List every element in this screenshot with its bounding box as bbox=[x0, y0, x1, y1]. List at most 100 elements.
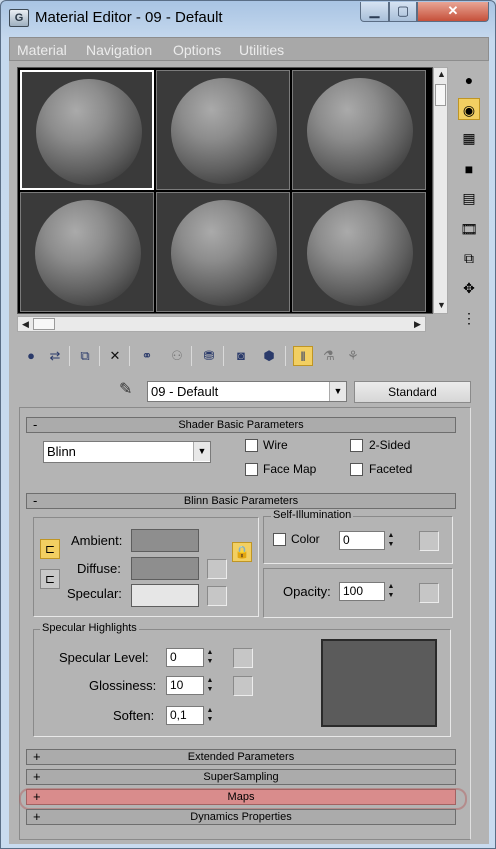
rollout-dynamics-properties[interactable]: + Dynamics Properties bbox=[26, 809, 456, 825]
highlight-curve-preview bbox=[321, 639, 437, 727]
rollout-blinn-basic[interactable]: - Blinn Basic Parameters bbox=[26, 493, 456, 509]
opacity-label: Opacity: bbox=[283, 584, 331, 599]
spinner-arrows-icon[interactable]: ▲ ▼ bbox=[205, 648, 215, 667]
rollout-maps[interactable]: + Maps bbox=[26, 789, 456, 805]
material-map-navigator-icon[interactable]: ⋮ bbox=[458, 307, 480, 329]
specular-level-map-button[interactable] bbox=[233, 648, 253, 668]
sample-sphere bbox=[171, 200, 277, 306]
show-end-result-icon-cube[interactable]: ⬢ bbox=[259, 346, 279, 366]
material-type-button[interactable]: Standard bbox=[354, 381, 471, 403]
show-map-in-viewport-icon[interactable]: ◙ bbox=[231, 346, 251, 366]
chevron-down-icon[interactable]: ▼ bbox=[193, 442, 210, 461]
specular-swatch[interactable] bbox=[131, 584, 199, 607]
sample-slot[interactable] bbox=[156, 192, 290, 312]
sample-slot[interactable] bbox=[292, 70, 426, 190]
spinner-arrows-icon[interactable]: ▲ ▼ bbox=[386, 531, 396, 550]
shader-type-select[interactable]: Blinn ▼ bbox=[43, 441, 211, 463]
put-to-scene-icon[interactable]: ⇄ bbox=[45, 346, 65, 366]
two-sided-checkbox[interactable] bbox=[350, 439, 363, 452]
rollout-title: Maps bbox=[227, 791, 255, 803]
material-name-combo[interactable]: 09 - Default ▼ bbox=[147, 381, 347, 402]
assign-to-selection-icon[interactable]: ⧉ bbox=[75, 346, 95, 366]
rollout-title: SuperSampling bbox=[203, 771, 279, 783]
face-map-checkbox[interactable] bbox=[245, 463, 258, 476]
scroll-down-icon[interactable]: ▼ bbox=[437, 300, 446, 310]
title-bar[interactable]: G Material Editor - 09 - Default ▁ ▢ ✕ bbox=[1, 1, 495, 35]
sample-sphere bbox=[171, 78, 277, 184]
menu-material[interactable]: Material bbox=[17, 42, 67, 58]
go-forward-to-sibling-icon[interactable]: ⚘ bbox=[343, 346, 363, 366]
rollout-toggle-icon: - bbox=[33, 417, 38, 432]
rollout-toggle-icon: + bbox=[33, 769, 41, 784]
self-illum-map-button[interactable] bbox=[419, 531, 439, 551]
show-end-result-icon[interactable]: ‖ bbox=[293, 346, 313, 366]
select-by-material-icon[interactable]: ✥ bbox=[458, 277, 480, 299]
material-id-icon[interactable]: ⛃ bbox=[199, 346, 219, 366]
sample-slot[interactable] bbox=[156, 70, 290, 190]
put-to-library-icon[interactable]: ⚇ bbox=[167, 346, 187, 366]
make-preview-icon[interactable]: 🎞 bbox=[458, 218, 480, 240]
close-button[interactable]: ✕ bbox=[417, 2, 489, 22]
minimize-button[interactable]: ▁ bbox=[360, 2, 389, 22]
menu-navigation[interactable]: Navigation bbox=[86, 42, 152, 58]
app-icon[interactable]: G bbox=[9, 9, 29, 27]
lock-icon[interactable]: 🔒 bbox=[232, 542, 252, 562]
rollout-supersampling[interactable]: + SuperSampling bbox=[26, 769, 456, 785]
rollout-shader-basic[interactable]: - Shader Basic Parameters bbox=[26, 417, 456, 433]
spinner-arrows-icon[interactable]: ▲ ▼ bbox=[386, 582, 396, 601]
opacity-input[interactable]: 100 bbox=[339, 582, 385, 601]
maximize-button[interactable]: ▢ bbox=[389, 2, 417, 22]
scroll-left-icon[interactable]: ◀ bbox=[22, 319, 29, 330]
sample-slot[interactable] bbox=[292, 192, 426, 312]
slots-horizontal-scrollbar[interactable]: ◀ ▶ bbox=[17, 316, 426, 332]
spinner-arrows-icon[interactable]: ▲ ▼ bbox=[205, 706, 215, 725]
self-illum-color-checkbox[interactable] bbox=[273, 533, 286, 546]
get-material-icon[interactable]: ● bbox=[21, 346, 41, 366]
soften-label: Soften: bbox=[113, 708, 155, 723]
sample-sphere bbox=[307, 200, 413, 306]
slots-vertical-scrollbar[interactable]: ▲ ▼ bbox=[433, 67, 448, 314]
lock-ambient-diffuse-icon[interactable]: ⊏ bbox=[40, 539, 60, 559]
scroll-up-icon[interactable]: ▲ bbox=[437, 69, 446, 79]
wire-checkbox[interactable] bbox=[245, 439, 258, 452]
eyedropper-icon[interactable]: ✎ bbox=[119, 379, 132, 399]
reset-map-icon[interactable]: ✕ bbox=[105, 346, 125, 366]
backlight-icon[interactable]: ◉ bbox=[458, 98, 480, 120]
self-illum-value-input[interactable]: 0 bbox=[339, 531, 385, 550]
diffuse-label: Diffuse: bbox=[77, 561, 121, 576]
glossiness-input[interactable]: 10 bbox=[166, 676, 204, 695]
window-title: Material Editor - 09 - Default bbox=[35, 9, 223, 26]
chevron-down-icon[interactable]: ▼ bbox=[329, 382, 346, 401]
diffuse-swatch[interactable] bbox=[131, 557, 199, 580]
spinner-arrows-icon[interactable]: ▲ ▼ bbox=[205, 676, 215, 695]
video-color-check-icon[interactable]: ▤ bbox=[458, 187, 480, 209]
make-unique-icon[interactable]: ⚭ bbox=[137, 346, 157, 366]
rollout-title: Blinn Basic Parameters bbox=[183, 495, 299, 507]
sample-type-sphere-icon[interactable]: ● bbox=[458, 69, 480, 91]
background-checker-icon[interactable]: ▦ bbox=[458, 127, 480, 149]
glossiness-map-button[interactable] bbox=[233, 676, 253, 696]
specular-map-button[interactable] bbox=[207, 586, 227, 606]
rollout-extended-parameters[interactable]: + Extended Parameters bbox=[26, 749, 456, 765]
diffuse-map-button[interactable] bbox=[207, 559, 227, 579]
lock-diffuse-specular-icon[interactable]: ⊏ bbox=[40, 569, 60, 589]
sample-uv-tiling-icon[interactable]: ■ bbox=[458, 158, 480, 180]
scroll-right-icon[interactable]: ▶ bbox=[414, 319, 421, 330]
menu-options[interactable]: Options bbox=[173, 42, 221, 58]
faceted-label: Faceted bbox=[369, 462, 413, 476]
soften-input[interactable]: 0,1 bbox=[166, 706, 204, 725]
toolbar-separator bbox=[285, 346, 286, 366]
scroll-thumb[interactable] bbox=[33, 318, 55, 330]
go-to-parent-icon[interactable]: ⚗ bbox=[319, 346, 339, 366]
menu-utilities[interactable]: Utilities bbox=[239, 42, 284, 58]
faceted-checkbox[interactable] bbox=[350, 463, 363, 476]
rollout-title: Dynamics Properties bbox=[190, 811, 292, 823]
ambient-swatch[interactable] bbox=[131, 529, 199, 552]
scroll-thumb[interactable] bbox=[435, 84, 446, 106]
opacity-map-button[interactable] bbox=[419, 583, 439, 603]
toolbar-separator bbox=[99, 346, 100, 366]
specular-level-input[interactable]: 0 bbox=[166, 648, 204, 667]
sample-slot[interactable] bbox=[20, 70, 154, 190]
options-icon[interactable]: ⧉ bbox=[458, 247, 480, 269]
sample-slot[interactable] bbox=[20, 192, 154, 312]
